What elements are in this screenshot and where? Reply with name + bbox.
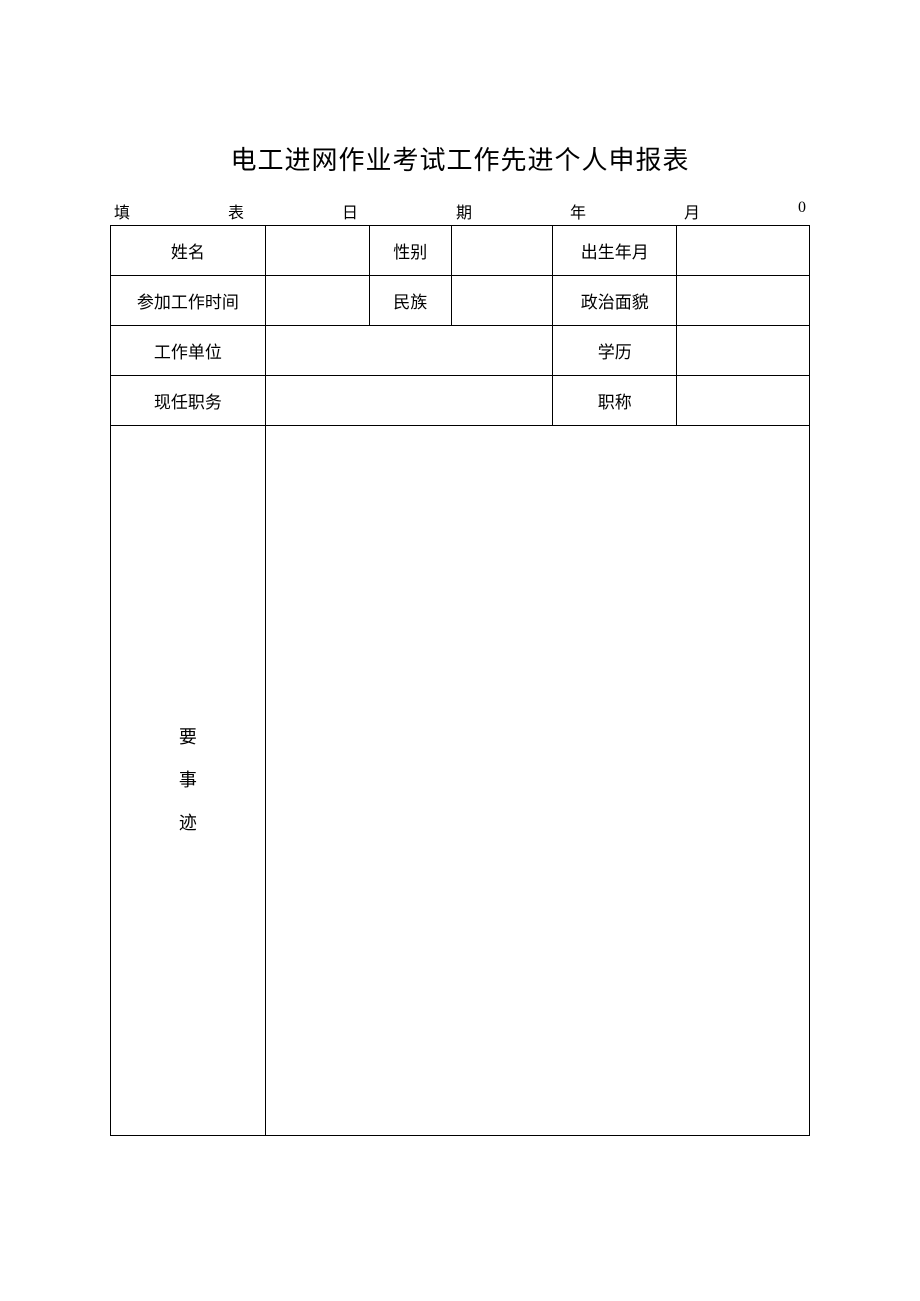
row-basic-1: 姓名 性别 出生年月: [111, 226, 810, 276]
value-ethnicity: [451, 276, 553, 326]
label-political: 政治面貌: [553, 276, 677, 326]
value-gender: [451, 226, 553, 276]
deeds-char-3: 迹: [179, 802, 197, 845]
row-basic-3: 工作单位 学历: [111, 326, 810, 376]
label-deeds: 要 事 迹: [111, 426, 266, 1136]
value-work-start: [265, 276, 369, 326]
deeds-char-1: 要: [179, 716, 197, 759]
label-work-unit: 工作单位: [111, 326, 266, 376]
value-work-unit: [265, 326, 553, 376]
value-birth: [677, 226, 810, 276]
form-title: 电工进网作业考试工作先进个人申报表: [110, 140, 810, 177]
row-deeds: 要 事 迹: [111, 426, 810, 1136]
deeds-char-2: 事: [179, 759, 197, 802]
label-ethnicity: 民族: [369, 276, 451, 326]
label-name: 姓名: [111, 226, 266, 276]
label-job-title: 职称: [553, 376, 677, 426]
label-gender: 性别: [369, 226, 451, 276]
value-political: [677, 276, 810, 326]
value-deeds-content: [265, 426, 809, 1136]
row-basic-4: 现任职务 职称: [111, 376, 810, 426]
date-char-zero: 0: [798, 199, 806, 223]
date-char-day: 日: [342, 199, 358, 223]
value-name: [265, 226, 369, 276]
application-form-table: 姓名 性别 出生年月 参加工作时间 民族 政治面貌 工作单位 学历 现任职务 职…: [110, 225, 810, 1136]
row-basic-2: 参加工作时间 民族 政治面貌: [111, 276, 810, 326]
date-char-fill: 填: [114, 199, 130, 223]
value-education: [677, 326, 810, 376]
date-char-month: 月: [684, 199, 700, 223]
label-education: 学历: [553, 326, 677, 376]
fill-date-line: 填 表 日 期 年 月 0: [110, 199, 810, 225]
value-job-title: [677, 376, 810, 426]
label-work-start: 参加工作时间: [111, 276, 266, 326]
label-position: 现任职务: [111, 376, 266, 426]
date-char-year: 年: [570, 199, 586, 223]
value-position: [265, 376, 553, 426]
date-char-form: 表: [228, 199, 244, 223]
date-char-period: 期: [456, 199, 472, 223]
label-birth: 出生年月: [553, 226, 677, 276]
